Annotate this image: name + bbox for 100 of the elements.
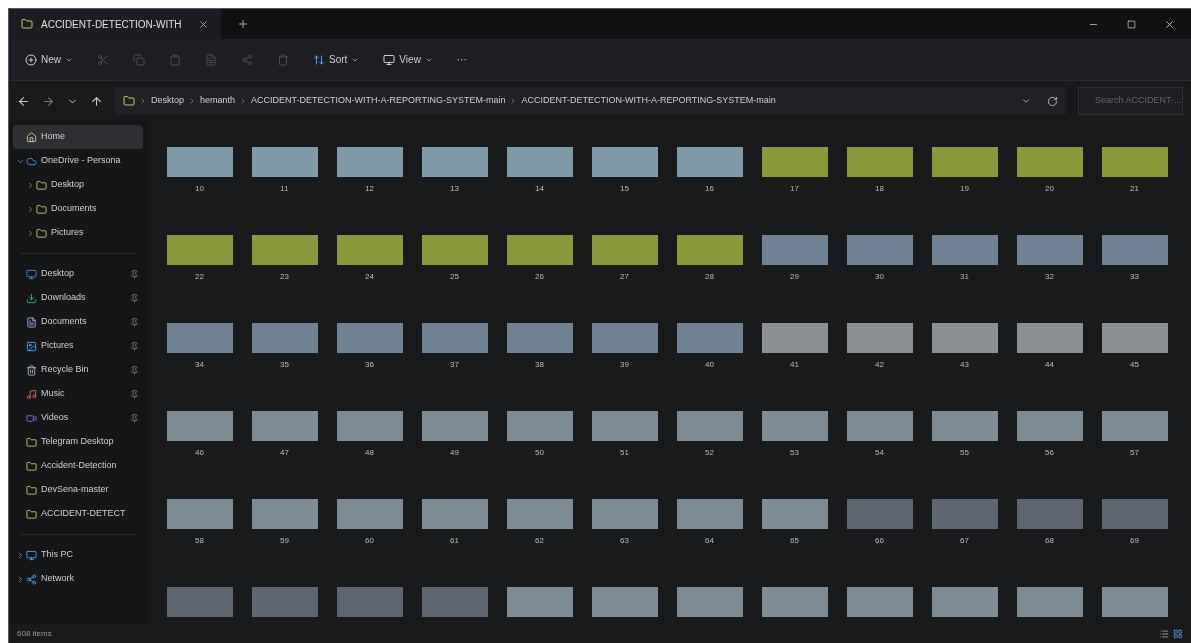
rename-icon[interactable] <box>205 53 217 66</box>
photo-placeholder[interactable] <box>1101 323 1168 353</box>
file-name[interactable]: 34 <box>195 359 204 371</box>
sidebar-item[interactable]: Desktop <box>13 173 143 197</box>
photo-placeholder[interactable] <box>931 499 998 529</box>
file-name[interactable]: 58 <box>195 535 204 547</box>
photo-placeholder[interactable] <box>166 323 233 353</box>
photo-placeholder[interactable] <box>251 411 318 441</box>
photo-placeholder[interactable] <box>336 235 403 265</box>
pin-icon[interactable] <box>130 389 139 399</box>
file-name[interactable]: 25 <box>450 271 459 283</box>
breadcrumb[interactable]: ACCIDENT-DETECTION-WITH-A-REPORTING-SYSTEM-main <box>251 94 506 108</box>
file-name[interactable]: 16 <box>705 183 714 195</box>
details-view-icon[interactable] <box>1159 629 1169 639</box>
photo-placeholder[interactable] <box>761 499 828 529</box>
pin-icon[interactable] <box>130 341 139 351</box>
file-name[interactable]: 44 <box>1045 359 1054 371</box>
file-name[interactable]: 47 <box>280 447 289 459</box>
file-name[interactable]: 11 <box>280 183 289 195</box>
photo-placeholder[interactable] <box>251 235 318 265</box>
file-name[interactable]: 21 <box>1130 183 1139 195</box>
sidebar-item[interactable]: Desktop <box>13 262 143 286</box>
sidebar-item[interactable]: Documents <box>13 310 143 334</box>
file-name[interactable]: 55 <box>960 447 969 459</box>
file-name[interactable]: 66 <box>875 535 884 547</box>
photo-placeholder[interactable] <box>846 499 913 529</box>
photo-placeholder[interactable] <box>166 499 233 529</box>
file-name[interactable]: 68 <box>1045 535 1054 547</box>
file-name[interactable]: 32 <box>1045 271 1054 283</box>
file-name[interactable]: 17 <box>790 183 799 195</box>
sort-button[interactable]: Sort <box>313 52 360 67</box>
file-name[interactable]: 18 <box>875 183 884 195</box>
chevron-down-icon[interactable] <box>1021 96 1031 106</box>
chevron-right-icon[interactable] <box>16 574 25 584</box>
more-button[interactable]: ··· <box>456 52 467 67</box>
photo-placeholder[interactable] <box>676 411 743 441</box>
photo-placeholder[interactable] <box>931 587 998 617</box>
file-name[interactable]: 29 <box>790 271 799 283</box>
sidebar-item[interactable]: Telegram Desktop <box>13 430 143 454</box>
photo-placeholder[interactable] <box>421 147 488 177</box>
sidebar-item[interactable]: Home <box>13 125 143 149</box>
pin-icon[interactable] <box>130 413 139 423</box>
file-name[interactable]: 60 <box>365 535 374 547</box>
forward-icon[interactable] <box>42 94 55 108</box>
file-name[interactable]: 54 <box>875 447 884 459</box>
up-icon[interactable] <box>90 94 103 108</box>
address-bar[interactable]: Desktop hemanth ACCIDENT-DETECTION-WITH-A-REPORTING-SYSTEM-main ACCIDENT-DETECTION-WITH-A-REPORTING-SYSTEM-main <box>115 87 1066 115</box>
new-tab-icon[interactable] <box>236 18 249 30</box>
photo-placeholder[interactable] <box>1101 147 1168 177</box>
file-name[interactable]: 19 <box>960 183 969 195</box>
photo-placeholder[interactable] <box>761 235 828 265</box>
photo-placeholder[interactable] <box>251 323 318 353</box>
photo-placeholder[interactable] <box>1101 499 1168 529</box>
file-name[interactable]: 13 <box>450 183 459 195</box>
photo-placeholder[interactable] <box>506 587 573 617</box>
sidebar-item[interactable]: DevSena-master <box>13 478 143 502</box>
photo-placeholder[interactable] <box>676 587 743 617</box>
photo-placeholder[interactable] <box>506 235 573 265</box>
photo-placeholder[interactable] <box>591 587 658 617</box>
photo-placeholder[interactable] <box>846 323 913 353</box>
photo-placeholder[interactable] <box>931 235 998 265</box>
file-name[interactable]: 28 <box>705 271 714 283</box>
breadcrumb[interactable]: Desktop <box>151 94 185 108</box>
file-name[interactable]: 51 <box>620 447 629 459</box>
photo-placeholder[interactable] <box>166 411 233 441</box>
photo-placeholder[interactable] <box>251 499 318 529</box>
photo-placeholder[interactable] <box>591 235 658 265</box>
photo-placeholder[interactable] <box>676 499 743 529</box>
photo-placeholder[interactable] <box>591 499 658 529</box>
share-icon[interactable] <box>241 53 253 66</box>
photo-placeholder[interactable] <box>1016 235 1083 265</box>
sidebar-item[interactable]: Pictures <box>13 334 143 358</box>
photo-placeholder[interactable] <box>336 587 403 617</box>
file-name[interactable]: 50 <box>535 447 544 459</box>
file-name[interactable]: 36 <box>365 359 374 371</box>
sidebar-item[interactable]: Videos <box>13 406 143 430</box>
pin-icon[interactable] <box>130 365 139 375</box>
photo-placeholder[interactable] <box>761 587 828 617</box>
file-name[interactable]: 38 <box>535 359 544 371</box>
photo-placeholder[interactable] <box>506 499 573 529</box>
chevron-right-icon[interactable] <box>26 204 35 214</box>
photo-placeholder[interactable] <box>591 147 658 177</box>
delete-icon[interactable] <box>277 53 289 66</box>
photo-placeholder[interactable] <box>761 411 828 441</box>
file-name[interactable]: 35 <box>280 359 289 371</box>
photo-placeholder[interactable] <box>676 147 743 177</box>
photo-placeholder[interactable] <box>166 235 233 265</box>
file-name[interactable]: 39 <box>620 359 629 371</box>
photo-placeholder[interactable] <box>336 147 403 177</box>
sidebar-item[interactable]: Recycle Bin <box>13 358 143 382</box>
photo-placeholder[interactable] <box>591 323 658 353</box>
file-name[interactable]: 56 <box>1045 447 1054 459</box>
file-name[interactable]: 61 <box>450 535 459 547</box>
photo-placeholder[interactable] <box>676 235 743 265</box>
breadcrumb[interactable]: ACCIDENT-DETECTION-WITH-A-REPORTING-SYSTEM-main <box>521 94 776 108</box>
photo-placeholder[interactable] <box>761 323 828 353</box>
file-name[interactable]: 42 <box>875 359 884 371</box>
photo-placeholder[interactable] <box>676 323 743 353</box>
photo-placeholder[interactable] <box>1016 587 1083 617</box>
file-name[interactable]: 45 <box>1130 359 1139 371</box>
